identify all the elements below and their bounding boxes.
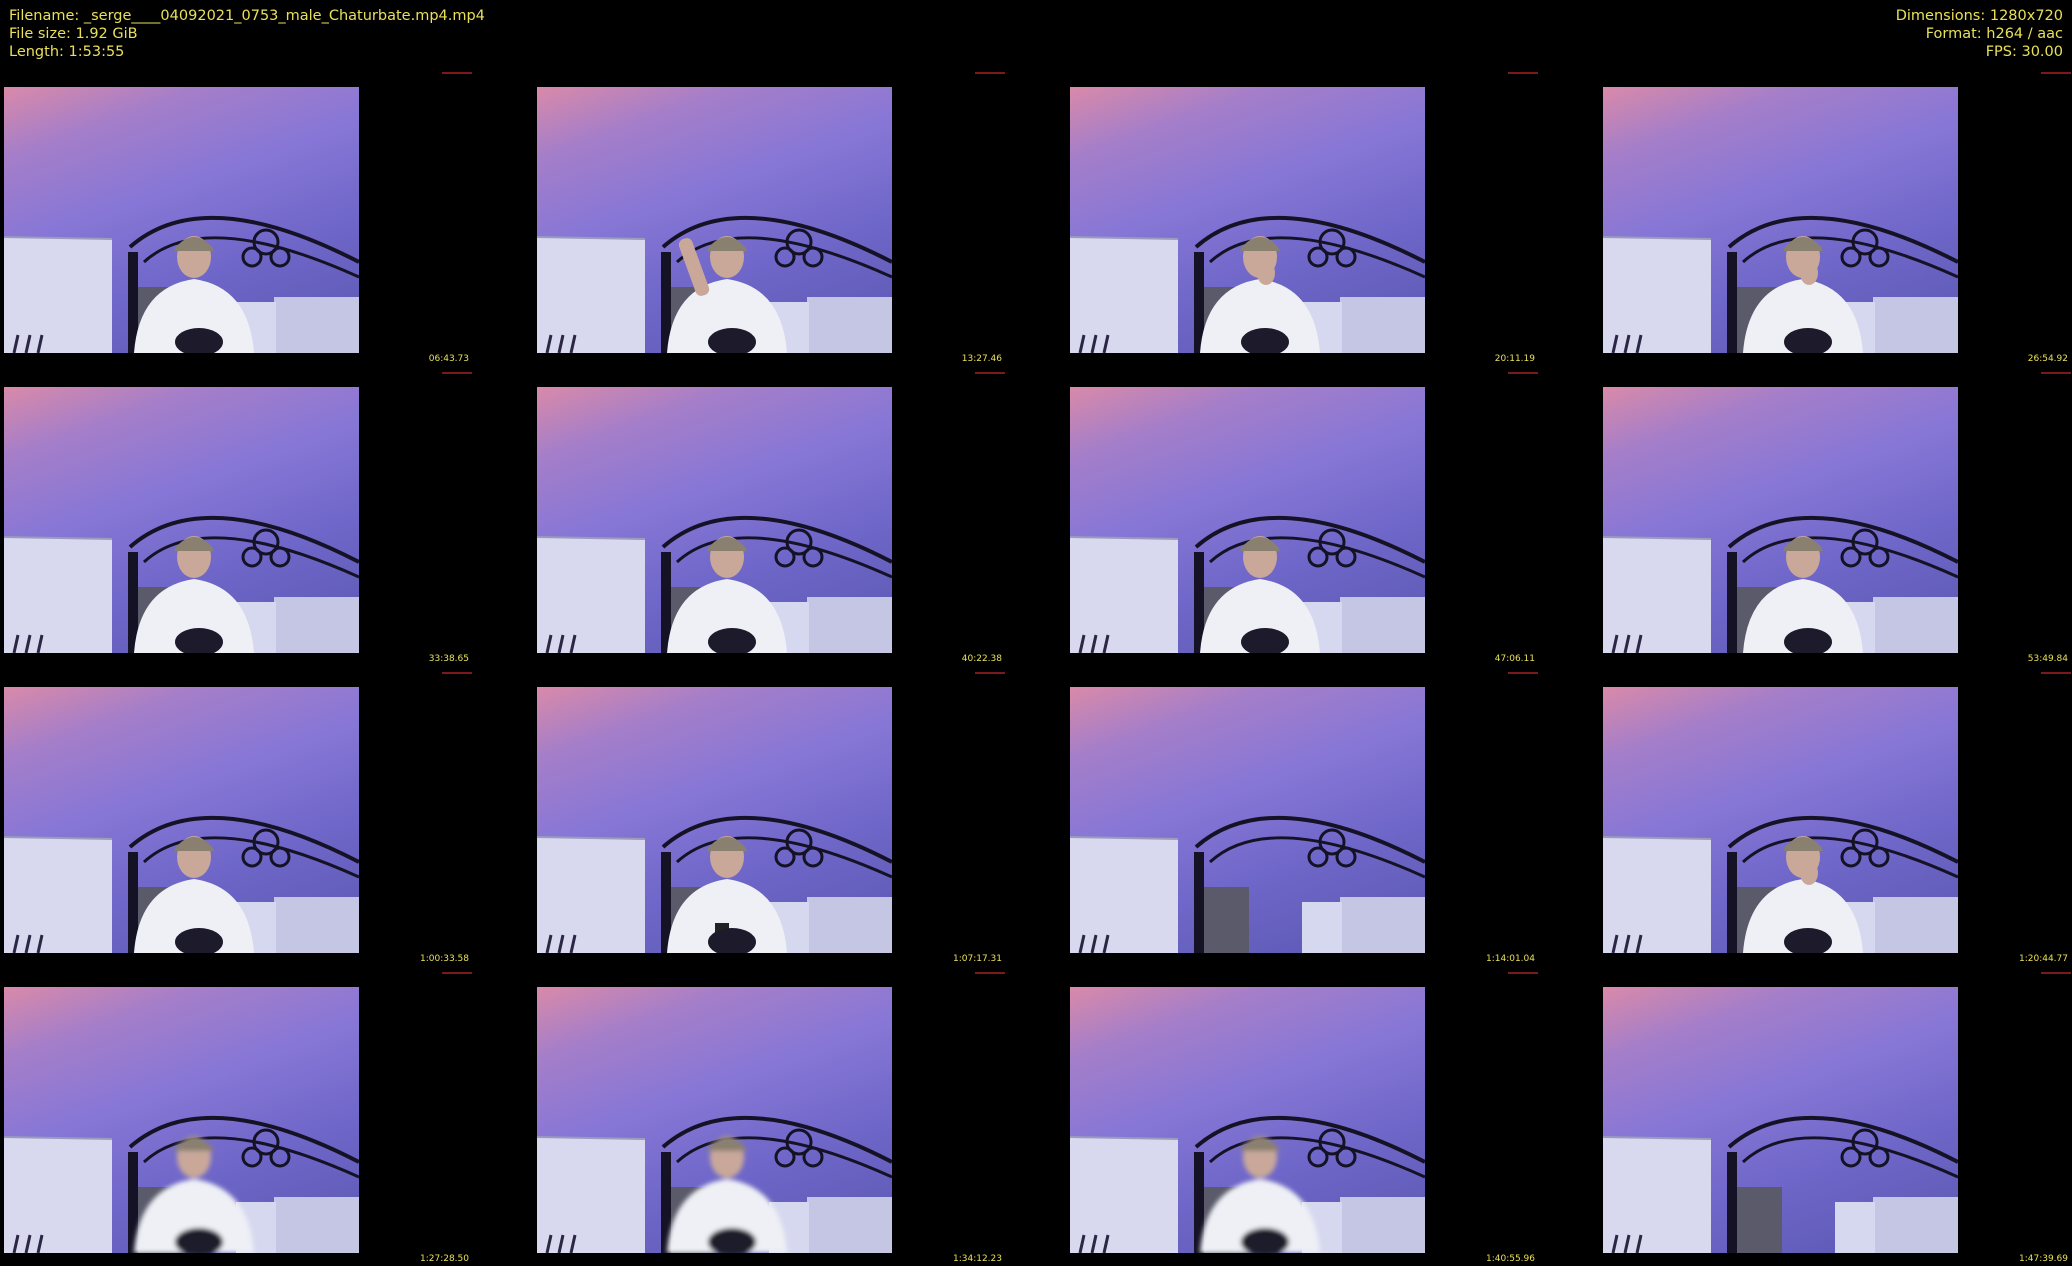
video-frame-thumbnail xyxy=(4,387,359,653)
media-info-block: Dimensions: 1280x720 Format: h264 / aac … xyxy=(1896,7,2063,61)
thumbnail-cell: 47:06.11 xyxy=(1070,372,1600,664)
video-frame-thumbnail xyxy=(537,387,892,653)
frame-marker xyxy=(2041,372,2071,374)
video-frame-thumbnail xyxy=(1070,987,1425,1253)
thumbnail-cell: 1:00:33.58 xyxy=(4,672,534,964)
frame-marker xyxy=(1508,672,1538,674)
video-frame-thumbnail xyxy=(1070,687,1425,953)
frame-marker xyxy=(975,672,1005,674)
frame-marker xyxy=(442,72,472,74)
frame-timestamp: 53:49.84 xyxy=(2027,654,2068,664)
frame-marker xyxy=(442,672,472,674)
frame-timestamp: 20:11.19 xyxy=(1494,354,1535,364)
frame-marker xyxy=(975,972,1005,974)
format-text: Format: h264 / aac xyxy=(1925,26,2063,42)
thumbnail-cell: 1:20:44.77 xyxy=(1603,672,2072,964)
video-frame-thumbnail xyxy=(4,687,359,953)
frame-marker xyxy=(2041,72,2071,74)
video-frame-thumbnail xyxy=(537,87,892,353)
thumbnail-cell: 1:14:01.04 xyxy=(1070,672,1600,964)
frame-marker xyxy=(1508,972,1538,974)
thumbnail-cell: 1:34:12.23 xyxy=(537,972,1067,1264)
frame-timestamp: 1:40:55.96 xyxy=(1485,1254,1535,1264)
dimensions-text: Dimensions: 1280x720 xyxy=(1895,8,2063,24)
frame-timestamp: 26:54.92 xyxy=(2027,354,2068,364)
video-frame-thumbnail xyxy=(4,87,359,353)
frame-timestamp: 1:34:12.23 xyxy=(952,1254,1002,1264)
thumbnail-grid: 06:43.73 13:27.46 20:11.19 26:54.92 33:3… xyxy=(4,72,2072,1266)
frame-marker xyxy=(975,372,1005,374)
video-frame-thumbnail xyxy=(537,987,892,1253)
frame-timestamp: 33:38.65 xyxy=(428,654,469,664)
frame-marker xyxy=(2041,972,2071,974)
filesize-text: File size: 1.92 GiB xyxy=(9,26,138,42)
thumbnail-cell: 13:27.46 xyxy=(537,72,1067,364)
thumbnail-cell: 1:07:17.31 xyxy=(537,672,1067,964)
thumbnail-cell: 1:27:28.50 xyxy=(4,972,534,1264)
frame-timestamp: 1:07:17.31 xyxy=(952,954,1002,964)
thumbnail-cell: 1:40:55.96 xyxy=(1070,972,1600,1264)
frame-marker xyxy=(2041,672,2071,674)
frame-timestamp: 06:43.73 xyxy=(428,354,469,364)
frame-marker xyxy=(1508,72,1538,74)
thumbnail-cell: 33:38.65 xyxy=(4,372,534,664)
file-info-block: Filename: _serge____04092021_0753_male_C… xyxy=(9,7,485,61)
frame-timestamp: 1:27:28.50 xyxy=(419,1254,469,1264)
thumbnail-cell: 40:22.38 xyxy=(537,372,1067,664)
video-frame-thumbnail xyxy=(537,687,892,953)
frame-timestamp: 1:14:01.04 xyxy=(1485,954,1535,964)
frame-marker xyxy=(1508,372,1538,374)
frame-marker xyxy=(975,72,1005,74)
frame-timestamp: 47:06.11 xyxy=(1494,654,1535,664)
video-frame-thumbnail xyxy=(1603,987,1958,1253)
frame-timestamp: 1:20:44.77 xyxy=(2018,954,2068,964)
thumbnail-cell: 20:11.19 xyxy=(1070,72,1600,364)
thumbnail-cell: 1:47:39.69 xyxy=(1603,972,2072,1264)
video-frame-thumbnail xyxy=(1603,387,1958,653)
filename-text: Filename: _serge____04092021_0753_male_C… xyxy=(9,8,485,24)
frame-timestamp: 13:27.46 xyxy=(961,354,1002,364)
video-frame-thumbnail xyxy=(1603,87,1958,353)
thumbnail-cell: 06:43.73 xyxy=(4,72,534,364)
length-text: Length: 1:53:55 xyxy=(9,44,125,60)
fps-text: FPS: 30.00 xyxy=(1985,44,2063,60)
video-frame-thumbnail xyxy=(4,987,359,1253)
frame-timestamp: 1:47:39.69 xyxy=(2018,1254,2068,1264)
frame-marker xyxy=(442,972,472,974)
frame-timestamp: 1:00:33.58 xyxy=(419,954,469,964)
frame-timestamp: 40:22.38 xyxy=(961,654,1002,664)
thumbnail-cell: 26:54.92 xyxy=(1603,72,2072,364)
frame-marker xyxy=(442,372,472,374)
video-frame-thumbnail xyxy=(1070,87,1425,353)
video-frame-thumbnail xyxy=(1603,687,1958,953)
video-frame-thumbnail xyxy=(1070,387,1425,653)
thumbnail-cell: 53:49.84 xyxy=(1603,372,2072,664)
